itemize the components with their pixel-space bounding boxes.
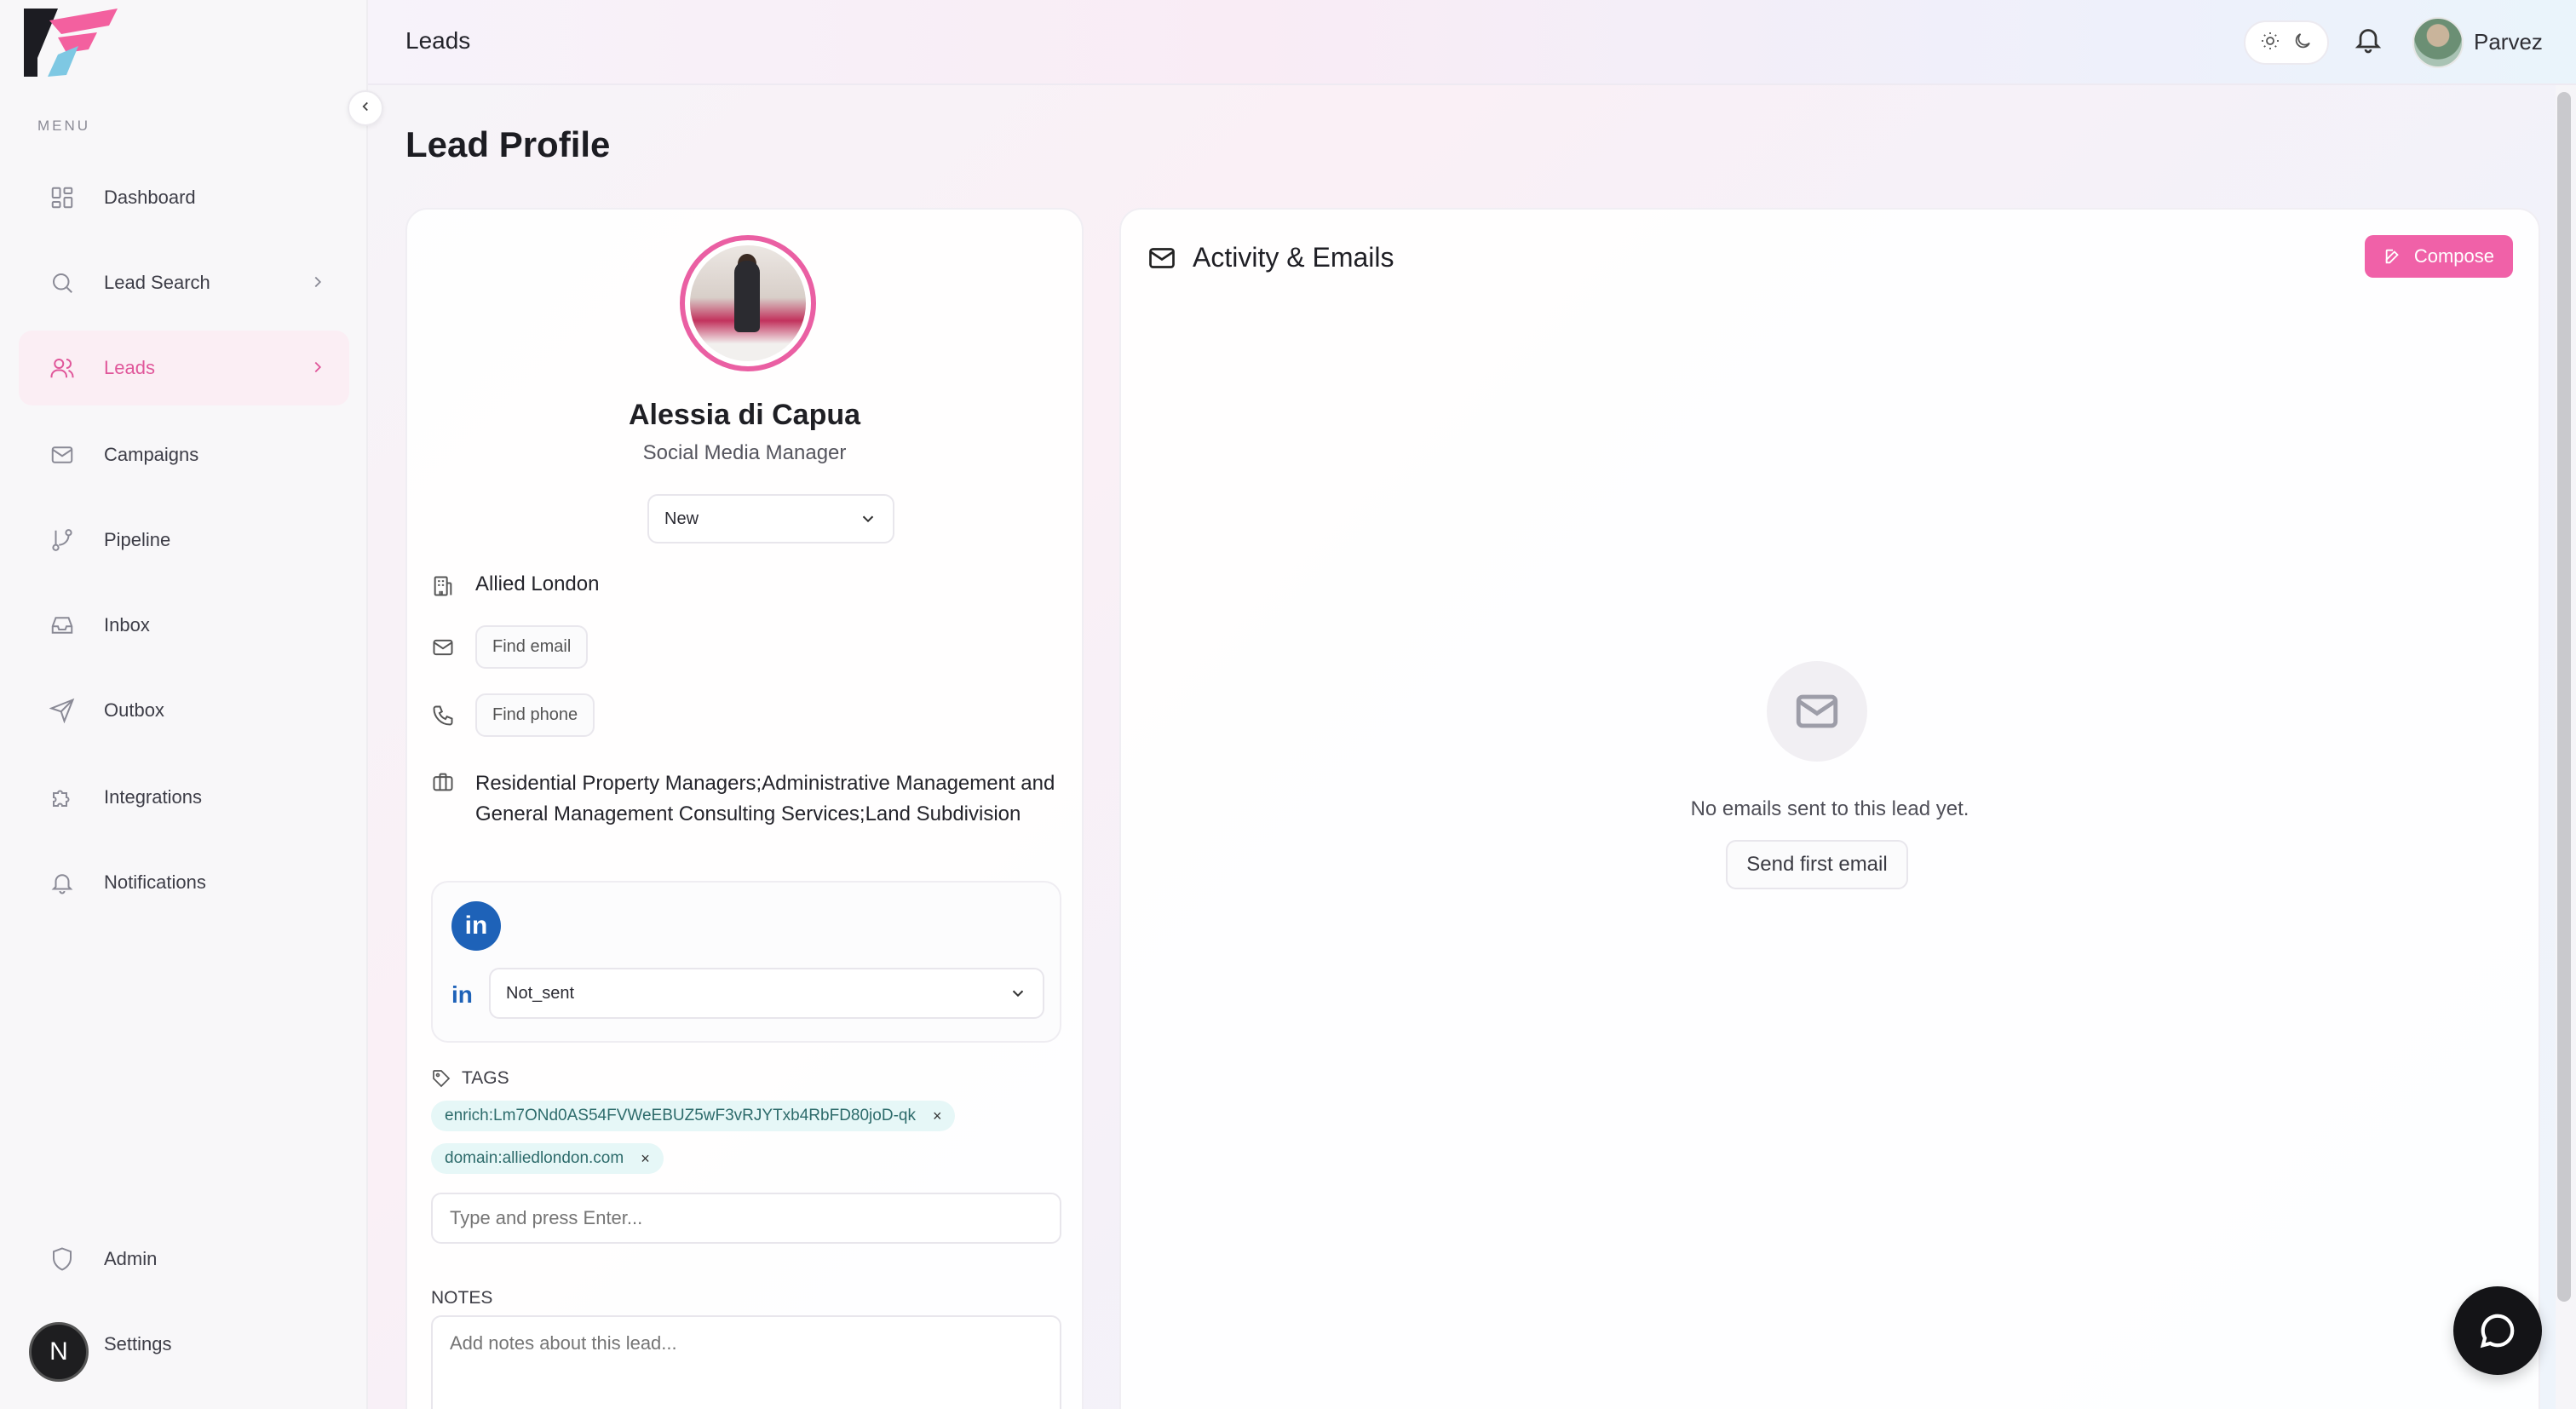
building-icon bbox=[431, 574, 457, 600]
mail-icon bbox=[48, 440, 77, 469]
tag-input[interactable] bbox=[431, 1193, 1061, 1244]
linkedin-profile-icon[interactable]: in bbox=[451, 901, 501, 951]
sun-icon[interactable] bbox=[2260, 31, 2280, 55]
sidebar-item-outbox[interactable]: Outbox bbox=[19, 673, 349, 748]
tag-chip: domain:alliedlondon.com × bbox=[431, 1143, 664, 1174]
send-first-email-button[interactable]: Send first email bbox=[1726, 840, 1908, 889]
linkedin-icon: in bbox=[451, 981, 473, 1008]
user-avatar-initial[interactable]: N bbox=[29, 1322, 89, 1382]
chevron-down-icon bbox=[1012, 990, 1024, 998]
tag-text: enrich:Lm7ONd0AS54FVWeEBUZ5wF3vRJYTxb4Rb… bbox=[445, 1107, 916, 1124]
notifications-bell-icon[interactable] bbox=[2353, 24, 2387, 58]
sidebar-item-inbox[interactable]: Inbox bbox=[19, 588, 349, 663]
company-row: Allied London bbox=[431, 572, 599, 600]
main-content: Lead Profile Alessia di Capua Social Med… bbox=[368, 85, 2556, 1409]
sidebar-item-pipeline[interactable]: Pipeline bbox=[19, 503, 349, 578]
sidebar-item-label: Lead Search bbox=[104, 272, 210, 293]
puzzle-icon bbox=[48, 783, 77, 812]
empty-state-text: No emails sent to this lead yet. bbox=[1690, 797, 1969, 820]
lead-job-title: Social Media Manager bbox=[642, 441, 847, 464]
sidebar-item-dashboard[interactable]: Dashboard bbox=[19, 160, 349, 235]
lead-avatar bbox=[680, 235, 816, 371]
sidebar-item-label: Inbox bbox=[104, 614, 150, 635]
empty-mail-icon bbox=[1767, 661, 1867, 762]
sidebar-item-label: Settings bbox=[104, 1333, 172, 1354]
moon-icon[interactable] bbox=[2292, 31, 2313, 55]
find-phone-button[interactable]: Find phone bbox=[475, 693, 595, 737]
lead-profile-card: Alessia di Capua Social Media Manager Ne… bbox=[405, 208, 1084, 1409]
sidebar-item-campaigns[interactable]: Campaigns bbox=[19, 417, 349, 492]
activity-title-text: Activity & Emails bbox=[1193, 242, 1394, 273]
briefcase-icon bbox=[431, 770, 457, 796]
remove-tag-button[interactable]: × bbox=[641, 1150, 650, 1168]
search-icon bbox=[48, 268, 77, 297]
sidebar-item-label: Admin bbox=[104, 1248, 158, 1269]
page-title: Lead Profile bbox=[405, 124, 611, 164]
sidebar-item-label: Integrations bbox=[104, 786, 202, 808]
chevron-down-icon bbox=[862, 515, 874, 523]
menu-label: MENU bbox=[37, 118, 91, 134]
sidebar-item-label: Campaigns bbox=[104, 444, 199, 465]
top-header: Leads Parvez bbox=[368, 0, 2576, 85]
tag-text: domain:alliedlondon.com bbox=[445, 1149, 624, 1167]
sidebar-item-lead-search[interactable]: Lead Search bbox=[19, 245, 349, 320]
dashboard-icon bbox=[48, 183, 77, 212]
sidebar-item-label: Dashboard bbox=[104, 187, 196, 208]
sidebar-item-label: Leads bbox=[104, 357, 155, 378]
lead-status-select[interactable]: New bbox=[647, 494, 894, 543]
activity-title: Activity & Emails bbox=[1147, 242, 1394, 273]
sidebar-collapse-button[interactable] bbox=[348, 90, 383, 126]
theme-toggle[interactable] bbox=[2244, 20, 2329, 65]
sidebar: MENU Dashboard Lead Search Leads Campaig… bbox=[0, 0, 368, 1409]
activity-emails-card: Activity & Emails Compose No emails sent… bbox=[1119, 208, 2540, 1409]
sidebar-item-leads[interactable]: Leads bbox=[19, 331, 349, 405]
inbox-icon bbox=[48, 611, 77, 640]
find-email-button[interactable]: Find email bbox=[475, 625, 589, 669]
industry-row: Residential Property Managers;Administra… bbox=[431, 768, 1063, 830]
mail-icon bbox=[431, 635, 457, 661]
shield-icon bbox=[48, 1245, 77, 1274]
notes-label: NOTES bbox=[431, 1288, 493, 1308]
sidebar-item-label: Outbox bbox=[104, 699, 164, 721]
user-name[interactable]: Parvez bbox=[2474, 29, 2543, 55]
sidebar-item-notifications[interactable]: Notifications bbox=[19, 845, 349, 920]
mail-icon bbox=[1149, 247, 1175, 268]
notes-textarea[interactable] bbox=[431, 1315, 1061, 1409]
company-name: Allied London bbox=[475, 572, 600, 595]
sidebar-item-admin[interactable]: Admin bbox=[19, 1222, 349, 1297]
chat-button[interactable] bbox=[2453, 1286, 2542, 1375]
edit-icon bbox=[2385, 249, 2399, 264]
sidebar-item-integrations[interactable]: Integrations bbox=[19, 760, 349, 835]
compose-label: Compose bbox=[2413, 245, 2494, 267]
compose-button[interactable]: Compose bbox=[2364, 235, 2513, 278]
app-logo[interactable] bbox=[24, 7, 119, 78]
user-avatar[interactable] bbox=[2412, 17, 2464, 68]
phone-icon bbox=[431, 704, 457, 729]
remove-tag-button[interactable]: × bbox=[933, 1107, 942, 1125]
git-branch-icon bbox=[48, 526, 77, 555]
users-icon bbox=[48, 354, 77, 382]
linkedin-status-value: Not_sent bbox=[506, 983, 575, 1003]
phone-row: Find phone bbox=[431, 693, 595, 737]
send-icon bbox=[48, 696, 77, 725]
chevron-right-icon bbox=[308, 358, 327, 377]
lead-status-value: New bbox=[664, 509, 699, 528]
header-title: Leads bbox=[405, 27, 471, 54]
tags-label-text: TAGS bbox=[462, 1068, 509, 1088]
chat-icon bbox=[2480, 1314, 2515, 1349]
tag-icon bbox=[433, 1070, 451, 1088]
sidebar-item-label: Notifications bbox=[104, 871, 206, 893]
linkedin-status-select[interactable]: Not_sent bbox=[489, 968, 1044, 1019]
lead-name: Alessia di Capua bbox=[628, 399, 861, 431]
bell-icon bbox=[48, 868, 77, 897]
tags-label: TAGS bbox=[431, 1068, 509, 1089]
chevron-left-icon bbox=[358, 99, 373, 118]
industry-text: Residential Property Managers;Administra… bbox=[475, 772, 1055, 825]
page-scrollbar[interactable] bbox=[2557, 92, 2571, 1302]
tag-chip: enrich:Lm7ONd0AS54FVWeEBUZ5wF3vRJYTxb4Rb… bbox=[431, 1101, 956, 1131]
chevron-right-icon bbox=[308, 273, 327, 291]
email-row: Find email bbox=[431, 625, 589, 669]
sidebar-item-label: Pipeline bbox=[104, 529, 171, 550]
linkedin-panel: in in Not_sent bbox=[431, 881, 1061, 1043]
